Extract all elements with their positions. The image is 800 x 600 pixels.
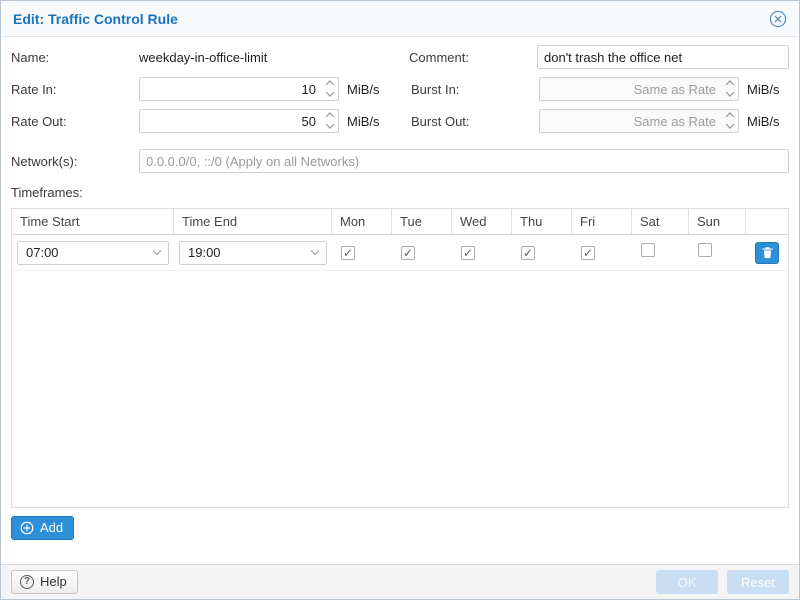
- plus-circle-icon: [20, 521, 34, 535]
- timeframes-label: Timeframes:: [11, 185, 789, 200]
- chevron-down-icon: [153, 247, 161, 255]
- checkbox-wed[interactable]: [461, 246, 475, 260]
- form-row-1: Name: weekday-in-office-limit Comment:: [11, 45, 789, 69]
- checkbox-fri[interactable]: [581, 246, 595, 260]
- rate-in-input[interactable]: [139, 77, 339, 101]
- networks-label: Network(s):: [11, 154, 139, 169]
- edit-traffic-control-rule-dialog: Edit: Traffic Control Rule Name: weekday…: [0, 0, 800, 600]
- col-header-mon: Mon: [332, 209, 392, 234]
- form-row-3: Rate Out: MiB/s Burst Out: MiB/s: [11, 109, 789, 133]
- comment-label: Comment:: [409, 50, 537, 65]
- col-header-time-start: Time Start: [12, 209, 174, 234]
- col-header-wed: Wed: [452, 209, 512, 234]
- burst-in-input[interactable]: [539, 77, 739, 101]
- burst-out-spinner[interactable]: [727, 112, 733, 131]
- checkbox-mon[interactable]: [341, 246, 355, 260]
- dialog-title: Edit: Traffic Control Rule: [13, 11, 178, 27]
- ok-button[interactable]: OK: [656, 570, 718, 594]
- help-icon: ?: [20, 575, 34, 589]
- burst-in-label: Burst In:: [411, 82, 539, 97]
- delete-row-button[interactable]: [755, 242, 779, 264]
- chevron-down-icon: [311, 247, 319, 255]
- rate-in-spinner[interactable]: [327, 80, 333, 99]
- time-end-select[interactable]: 19:00: [179, 241, 327, 265]
- burst-out-unit: MiB/s: [747, 114, 780, 129]
- help-button-label: Help: [40, 574, 67, 589]
- timeframes-table: Time Start Time End Mon Tue Wed Thu Fri …: [11, 208, 789, 508]
- burst-in-spinner[interactable]: [727, 80, 733, 99]
- timeframes-table-header: Time Start Time End Mon Tue Wed Thu Fri …: [12, 209, 788, 235]
- name-label: Name:: [11, 50, 139, 65]
- rate-out-input[interactable]: [139, 109, 339, 133]
- col-header-sun: Sun: [689, 209, 746, 234]
- col-header-sat: Sat: [632, 209, 689, 234]
- col-header-fri: Fri: [572, 209, 632, 234]
- rate-out-spinner[interactable]: [327, 112, 333, 131]
- burst-in-unit: MiB/s: [747, 82, 780, 97]
- reset-button[interactable]: Reset: [727, 570, 789, 594]
- checkbox-thu[interactable]: [521, 246, 535, 260]
- burst-out-input[interactable]: [539, 109, 739, 133]
- burst-out-label: Burst Out:: [411, 114, 539, 129]
- dialog-titlebar: Edit: Traffic Control Rule: [1, 1, 799, 37]
- col-header-actions: [746, 209, 788, 234]
- timeframe-row: 07:00 19:00: [12, 235, 788, 271]
- checkbox-sat[interactable]: [641, 243, 655, 257]
- add-timeframe-button[interactable]: Add: [11, 516, 74, 540]
- comment-input[interactable]: [537, 45, 789, 69]
- form-row-2: Rate In: MiB/s Burst In: MiB/s: [11, 77, 789, 101]
- dialog-footer: ? Help OK Reset: [1, 564, 799, 599]
- col-header-time-end: Time End: [174, 209, 332, 234]
- rate-out-label: Rate Out:: [11, 114, 139, 129]
- col-header-tue: Tue: [392, 209, 452, 234]
- col-header-thu: Thu: [512, 209, 572, 234]
- rate-in-unit: MiB/s: [347, 82, 380, 97]
- time-end-value: 19:00: [188, 245, 221, 260]
- time-start-value: 07:00: [26, 245, 59, 260]
- checkbox-sun[interactable]: [698, 243, 712, 257]
- add-button-label: Add: [40, 520, 63, 535]
- name-value: weekday-in-office-limit: [139, 50, 267, 65]
- time-start-select[interactable]: 07:00: [17, 241, 169, 265]
- rate-in-label: Rate In:: [11, 82, 139, 97]
- help-button[interactable]: ? Help: [11, 570, 78, 594]
- checkbox-tue[interactable]: [401, 246, 415, 260]
- dialog-body: Name: weekday-in-office-limit Comment: R…: [1, 37, 799, 564]
- close-icon[interactable]: [769, 10, 787, 28]
- trash-icon: [761, 246, 774, 259]
- rate-out-unit: MiB/s: [347, 114, 380, 129]
- networks-input[interactable]: [139, 149, 789, 173]
- networks-row: Network(s):: [11, 149, 789, 173]
